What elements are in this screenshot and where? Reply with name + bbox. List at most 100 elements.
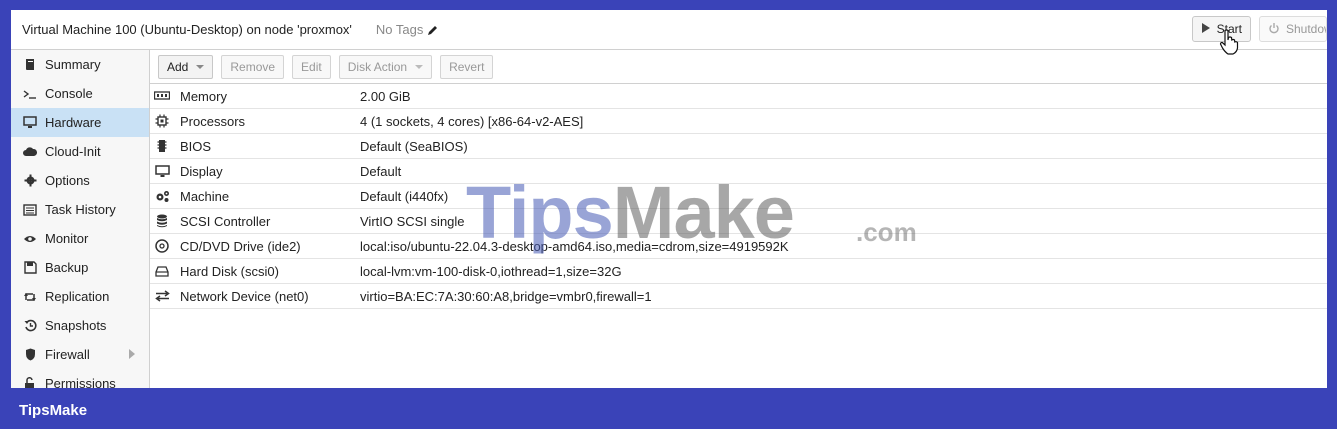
sidebar-item-label: Task History — [45, 202, 116, 217]
hardware-grid: Memory 2.00 GiB Processors 4 (1 sockets,… — [150, 84, 1327, 309]
table-row[interactable]: Machine Default (i440fx) — [150, 184, 1327, 209]
floppy-icon — [23, 261, 37, 275]
sidebar-item-task-history[interactable]: Task History — [11, 195, 149, 224]
memory-icon — [153, 89, 171, 103]
list-icon — [23, 203, 37, 217]
sidebar-item-label: Hardware — [45, 115, 102, 130]
table-row[interactable]: Display Default — [150, 159, 1327, 184]
sidebar-item-label: Firewall — [45, 347, 90, 362]
retweet-icon — [23, 290, 37, 304]
row-value: local-lvm:vm-100-disk-0,iothread=1,size=… — [360, 263, 622, 279]
disk-action-label: Disk Action — [347, 59, 408, 74]
sidebar-item-replication[interactable]: Replication — [11, 282, 149, 311]
table-row[interactable]: SCSI Controller VirtIO SCSI single — [150, 209, 1327, 234]
table-row[interactable]: CD/DVD Drive (ide2) local:iso/ubuntu-22.… — [150, 234, 1327, 259]
terminal-icon — [23, 87, 37, 101]
remove-label: Remove — [230, 59, 276, 74]
sidebar-item-cloud-init[interactable]: Cloud-Init — [11, 137, 149, 166]
power-icon — [1268, 22, 1280, 37]
exchange-icon — [153, 289, 171, 303]
eye-icon — [23, 232, 37, 246]
cpu-icon — [153, 114, 171, 128]
remove-button[interactable]: Remove — [221, 54, 285, 79]
row-key: Network Device (net0) — [180, 288, 309, 304]
sidebar-item-label: Summary — [45, 57, 101, 72]
sidebar-item-backup[interactable]: Backup — [11, 253, 149, 282]
hdd-icon — [153, 264, 171, 278]
sidebar-item-label: Backup — [45, 260, 89, 275]
revert-label: Revert — [449, 59, 485, 74]
add-button[interactable]: Add — [158, 54, 214, 79]
row-key: Display — [180, 163, 223, 179]
sidebar-item-label: Monitor — [45, 231, 89, 246]
shield-icon — [23, 348, 37, 362]
vm-panel: Virtual Machine 100 (Ubuntu-Desktop) on … — [11, 10, 1327, 388]
pencil-icon[interactable] — [427, 24, 439, 36]
expand-arrow-icon[interactable] — [129, 349, 135, 359]
edit-button[interactable]: Edit — [292, 54, 331, 79]
row-value: virtio=BA:EC:7A:30:60:A8,bridge=vmbr0,fi… — [360, 288, 652, 304]
footer-brand: TipsMake — [19, 402, 88, 419]
row-key: Memory — [180, 88, 227, 104]
hardware-toolbar: Add Remove Edit Disk Action Revert — [150, 50, 1327, 84]
gear-icon — [23, 174, 37, 188]
shutdown-label: Shutdown — [1286, 22, 1326, 36]
edit-label: Edit — [301, 59, 322, 74]
desktop-icon — [23, 116, 37, 130]
sidebar-item-permissions[interactable]: Permissions — [11, 369, 149, 388]
add-label: Add — [167, 59, 189, 74]
microchip-icon — [153, 139, 171, 153]
row-value: VirtIO SCSI single — [360, 213, 465, 229]
table-row[interactable]: Processors 4 (1 sockets, 4 cores) [x86-6… — [150, 109, 1327, 134]
sidebar-item-label: Options — [45, 173, 90, 188]
row-value: Default — [360, 163, 402, 179]
chevron-down-icon — [415, 64, 424, 69]
sidebar-item-label: Replication — [45, 289, 110, 304]
cogs-icon — [153, 189, 171, 203]
sidebar-item-summary[interactable]: Summary — [11, 50, 149, 79]
sidebar-item-label: Console — [45, 86, 93, 101]
sidebar-item-monitor[interactable]: Monitor — [11, 224, 149, 253]
history-icon — [23, 319, 37, 333]
row-value: local:iso/ubuntu-22.04.3-desktop-amd64.i… — [360, 238, 789, 254]
cdrom-icon — [153, 239, 171, 253]
sidebar-item-label: Permissions — [45, 376, 116, 388]
row-key: CD/DVD Drive (ide2) — [180, 238, 301, 254]
hardware-panel: Add Remove Edit Disk Action Revert Memor… — [150, 50, 1327, 388]
sidebar: Summary Console Hardware Cloud-Init Opti… — [11, 50, 150, 388]
vm-titlebar: Virtual Machine 100 (Ubuntu-Desktop) on … — [11, 10, 1327, 50]
play-icon — [1201, 22, 1211, 37]
unlock-icon — [23, 377, 37, 388]
hand-cursor-icon — [1219, 29, 1239, 55]
table-row[interactable]: Memory 2.00 GiB — [150, 84, 1327, 109]
disk-action-button[interactable]: Disk Action — [338, 54, 433, 79]
cloud-icon — [23, 145, 37, 159]
tags-area[interactable]: No Tags — [376, 22, 439, 37]
row-key: SCSI Controller — [180, 213, 271, 229]
sidebar-item-hardware[interactable]: Hardware — [11, 108, 149, 137]
row-value: 4 (1 sockets, 4 cores) [x86-64-v2-AES] — [360, 113, 584, 129]
tags-label: No Tags — [375, 22, 424, 37]
table-row[interactable]: BIOS Default (SeaBIOS) — [150, 134, 1327, 159]
row-key: Processors — [180, 113, 246, 129]
sidebar-item-snapshots[interactable]: Snapshots — [11, 311, 149, 340]
desktop-icon — [153, 164, 171, 178]
shutdown-button[interactable]: Shutdown — [1259, 16, 1327, 42]
row-key: Machine — [180, 188, 230, 204]
book-icon — [23, 58, 37, 72]
row-key: Hard Disk (scsi0) — [180, 263, 279, 279]
sidebar-item-options[interactable]: Options — [11, 166, 149, 195]
sidebar-item-label: Cloud-Init — [45, 144, 101, 159]
row-value: Default (i440fx) — [360, 188, 449, 204]
sidebar-item-firewall[interactable]: Firewall — [11, 340, 149, 369]
vm-title: Virtual Machine 100 (Ubuntu-Desktop) on … — [22, 22, 352, 37]
table-row[interactable]: Network Device (net0) virtio=BA:EC:7A:30… — [150, 284, 1327, 309]
sidebar-item-label: Snapshots — [45, 318, 107, 333]
row-value: Default (SeaBIOS) — [360, 138, 468, 154]
row-value: 2.00 GiB — [360, 88, 411, 104]
table-row[interactable]: Hard Disk (scsi0) local-lvm:vm-100-disk-… — [150, 259, 1327, 284]
revert-button[interactable]: Revert — [440, 54, 494, 79]
sidebar-item-console[interactable]: Console — [11, 79, 149, 108]
database-icon — [153, 214, 171, 228]
chevron-down-icon — [196, 64, 205, 69]
